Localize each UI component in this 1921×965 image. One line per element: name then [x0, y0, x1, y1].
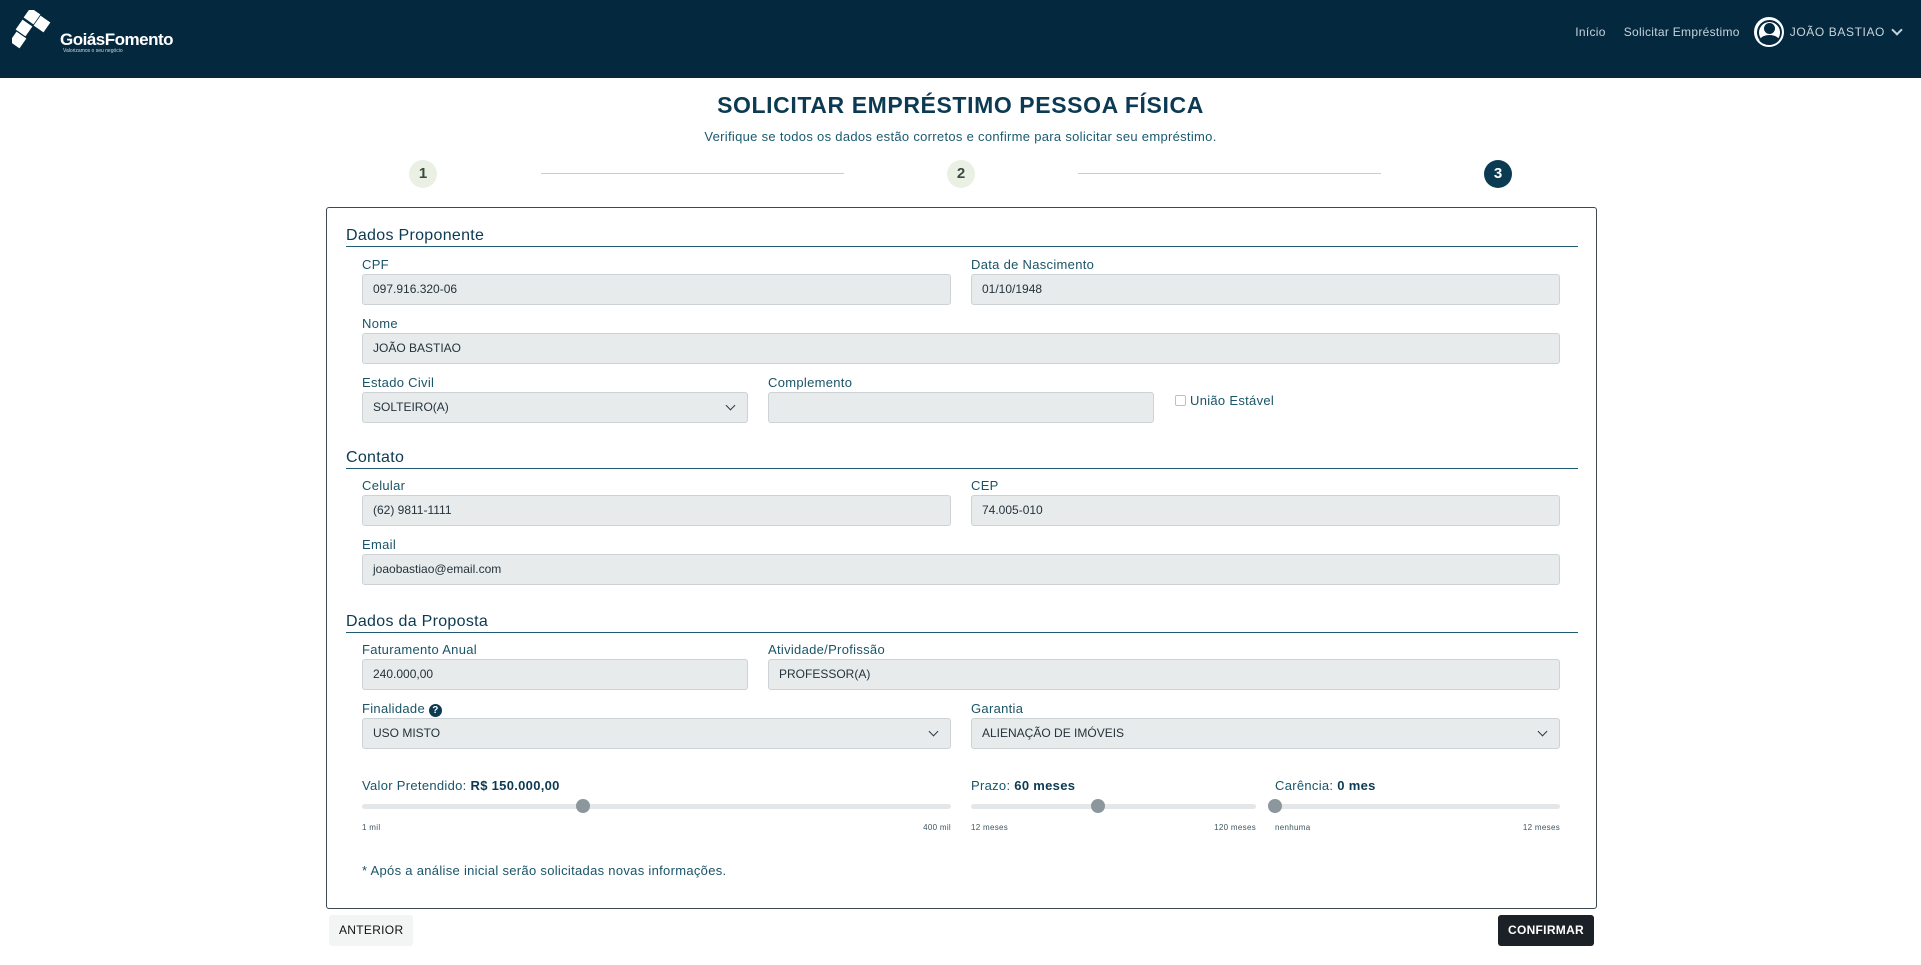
- section-contato: Contato: [346, 449, 1578, 469]
- step-2[interactable]: 2: [947, 160, 975, 188]
- complemento-field[interactable]: [768, 392, 1154, 423]
- prazo-label: Prazo: 60 meses: [971, 778, 1075, 793]
- user-name[interactable]: JOÃO BASTIAO: [1790, 25, 1885, 39]
- analysis-note: * Após a análise inicial serão solicitad…: [362, 863, 727, 878]
- nav-link-solicitar-emprestimo[interactable]: Solicitar Empréstimo: [1624, 25, 1740, 39]
- prazo-slider-thumb[interactable]: [1090, 799, 1105, 813]
- anterior-button[interactable]: ANTERIOR: [329, 915, 414, 946]
- complemento-label: Complemento: [768, 375, 853, 390]
- page-title: SOLICITAR EMPRÉSTIMO PESSOA FÍSICA: [717, 92, 1204, 118]
- logo-mark-icon: [12, 10, 51, 49]
- prazo-label-text: Prazo:: [971, 778, 1011, 793]
- estado-civil-select[interactable]: SOLTEIRO(A): [362, 392, 748, 423]
- carencia-min-label: nenhuma: [1275, 823, 1311, 832]
- carencia-slider-thumb[interactable]: [1268, 799, 1282, 813]
- top-navbar: GoiásFomento Valorizamos o seu negócio I…: [0, 0, 1921, 78]
- carencia-slider[interactable]: [1268, 799, 1560, 813]
- help-icon[interactable]: ?: [429, 704, 442, 717]
- estado-civil-label: Estado Civil: [362, 375, 435, 390]
- nav-menu: Início Solicitar Empréstimo JOÃO BASTIAO: [1557, 0, 1903, 64]
- faturamento-anual-field[interactable]: 240.000,00: [362, 659, 748, 690]
- carencia-label-text: Carência:: [1275, 778, 1334, 793]
- prazo-min-label: 12 meses: [971, 823, 1009, 832]
- nome-label: Nome: [362, 316, 398, 331]
- prazo-value: 60 meses: [1014, 778, 1076, 793]
- valor-max-label: 400 mil: [923, 823, 951, 832]
- cpf-field[interactable]: 097.916.320-06: [362, 274, 951, 305]
- valor-pretendido-slider-thumb[interactable]: [575, 799, 590, 813]
- valor-min-label: 1 mil: [362, 823, 381, 832]
- atividade-profissao-field[interactable]: PROFESSOR(A): [768, 659, 1560, 690]
- goiasfomento-logo[interactable]: GoiásFomento Valorizamos o seu negócio: [12, 10, 174, 58]
- data-nascimento-label: Data de Nascimento: [971, 257, 1095, 272]
- valor-pretendido-value: R$ 150.000,00: [470, 778, 560, 793]
- step-3[interactable]: 3: [1484, 160, 1512, 188]
- nome-field[interactable]: JOÃO BASTIAO: [362, 333, 1560, 364]
- section-dados-proposta: Dados da Proposta: [346, 613, 1578, 633]
- email-label: Email: [362, 537, 397, 552]
- carencia-label: Carência: 0 mes: [1275, 778, 1376, 793]
- page-subtitle: Verifique se todos os dados estão corret…: [704, 129, 1217, 144]
- step-connector: [1078, 173, 1381, 174]
- logo-tagline: Valorizamos o seu negócio: [63, 48, 123, 54]
- confirmar-button[interactable]: CONFIRMAR: [1498, 915, 1594, 946]
- celular-label: Celular: [362, 478, 406, 493]
- carencia-value: 0 mes: [1337, 778, 1376, 793]
- valor-pretendido-slider[interactable]: [362, 799, 951, 813]
- faturamento-anual-label: Faturamento Anual: [362, 642, 477, 657]
- step-connector: [541, 173, 844, 174]
- email-field[interactable]: joaobastiao@email.com: [362, 554, 1560, 585]
- celular-field[interactable]: (62) 9811-1111: [362, 495, 951, 526]
- cep-label: CEP: [971, 478, 999, 493]
- step-1[interactable]: 1: [409, 160, 437, 188]
- data-nascimento-field[interactable]: 01/10/1948: [971, 274, 1560, 305]
- nav-link-inicio[interactable]: Início: [1575, 25, 1605, 39]
- prazo-max-label: 120 meses: [1214, 823, 1256, 832]
- garantia-label: Garantia: [971, 701, 1024, 716]
- cpf-label: CPF: [362, 257, 389, 272]
- logo-text: GoiásFomento: [60, 30, 174, 49]
- uniao-estavel-label[interactable]: União Estável: [1190, 393, 1274, 408]
- atividade-profissao-label: Atividade/Profissão: [768, 642, 885, 657]
- carencia-max-label: 12 meses: [1522, 823, 1560, 832]
- prazo-slider[interactable]: [971, 799, 1256, 813]
- valor-pretendido-label-text: Valor Pretendido:: [362, 778, 467, 793]
- section-dados-proponente: Dados Proponente: [346, 227, 1578, 247]
- uniao-estavel-checkbox[interactable]: [1175, 395, 1186, 406]
- valor-pretendido-label: Valor Pretendido: R$ 150.000,00: [362, 778, 560, 793]
- finalidade-label: Finalidade?: [362, 701, 442, 717]
- chevron-down-icon[interactable]: [1891, 24, 1903, 36]
- finalidade-select[interactable]: USO MISTO: [362, 718, 951, 749]
- user-avatar-icon[interactable]: [1753, 17, 1784, 47]
- garantia-select[interactable]: ALIENAÇÃO DE IMÓVEIS: [971, 718, 1560, 749]
- form-card: Dados Proponente CPF 097.916.320-06 Data…: [326, 207, 1597, 909]
- finalidade-label-text: Finalidade: [362, 701, 425, 716]
- cep-field[interactable]: 74.005-010: [971, 495, 1560, 526]
